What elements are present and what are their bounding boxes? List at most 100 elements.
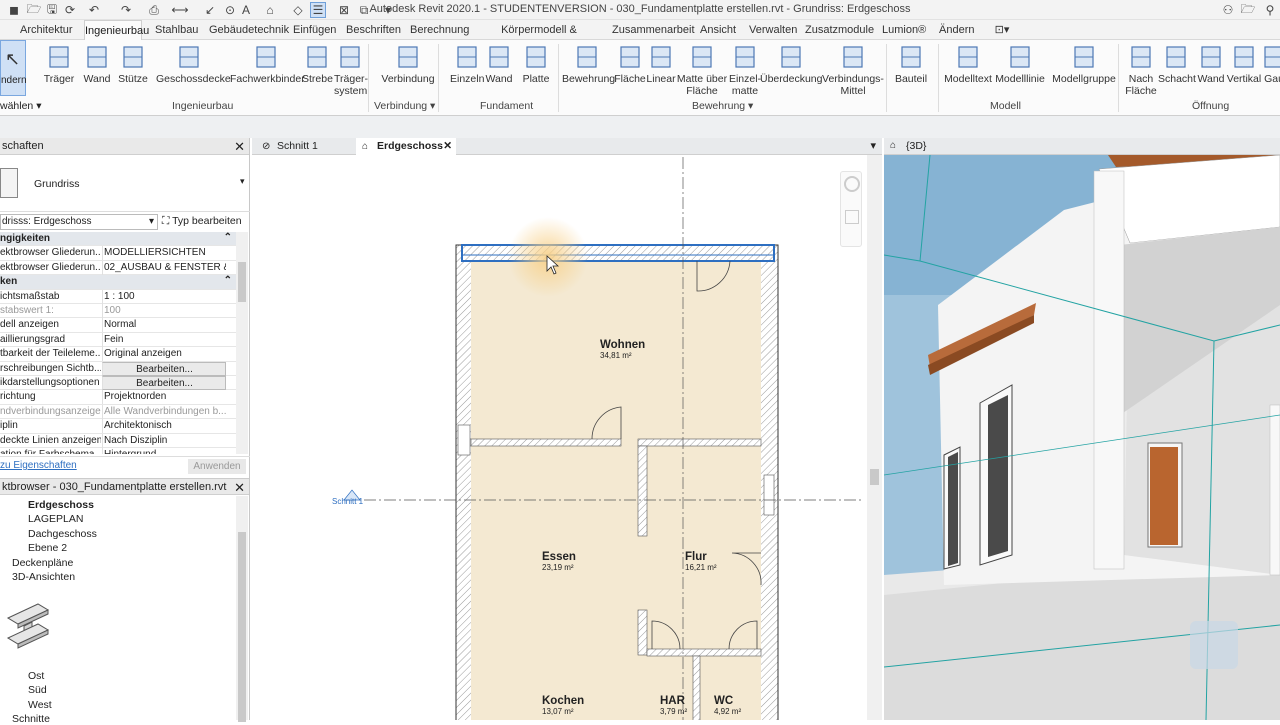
- instance-filter-select[interactable]: drisss: Erdgeschoss ▾: [0, 214, 158, 230]
- fabric-button[interactable]: Einzel- matte: [728, 40, 762, 98]
- shaft-button[interactable]: Schacht: [1158, 40, 1196, 98]
- property-value[interactable]: 1 : 100: [102, 289, 226, 304]
- property-value[interactable]: Projektnorden: [102, 390, 226, 405]
- type-selector[interactable]: Grundriss ▾: [0, 156, 250, 212]
- rebar-button[interactable]: Bewehrung: [562, 40, 615, 98]
- tab-gebäudetechnik[interactable]: Gebäudetechnik: [209, 20, 289, 40]
- select-dropdown[interactable]: wählen ▾: [0, 100, 41, 112]
- zoom-icon[interactable]: [845, 210, 859, 224]
- wall-button[interactable]: Wand: [80, 40, 114, 98]
- edit-type-button[interactable]: ⛶ Typ bearbeiten: [162, 214, 242, 230]
- properties-help-link[interactable]: zu Eigenschaften: [0, 460, 77, 471]
- collapse-icon[interactable]: ⌃: [224, 232, 232, 243]
- tab-verwalten[interactable]: Verwalten: [749, 20, 797, 40]
- tab-lumion-[interactable]: Lumion®: [882, 20, 926, 40]
- property-value[interactable]: MODELLIERSICHTEN: [102, 246, 226, 261]
- apply-button[interactable]: Anwenden: [188, 459, 246, 474]
- room-tag[interactable]: Kochen 13,07 m²: [542, 695, 584, 716]
- tab-architektur[interactable]: Architektur: [20, 20, 73, 40]
- linear-button[interactable]: Linear: [646, 40, 676, 98]
- tab-körpermodell-grundstück[interactable]: Körpermodell & Grundstück: [478, 20, 600, 56]
- edit-button[interactable]: Bearbeiten...: [102, 361, 226, 376]
- isolated-button[interactable]: Einzeln: [450, 40, 484, 98]
- view-tab-ground-floor[interactable]: ⌂ Erdgeschoss ✕: [356, 138, 456, 155]
- model-line-button[interactable]: Modelllinie: [994, 40, 1046, 98]
- view-list-icon[interactable]: ▾: [870, 139, 876, 152]
- slab-button[interactable]: Platte: [520, 40, 552, 98]
- tree-item-lageplan[interactable]: LAGEPLAN: [28, 513, 83, 525]
- component-button[interactable]: Bauteil: [892, 40, 930, 98]
- room-tag[interactable]: HAR 3,79 m²: [660, 695, 687, 716]
- property-value[interactable]: 100: [102, 304, 226, 318]
- edit-button[interactable]: Bearbeiten...: [102, 376, 226, 390]
- beam-system-button[interactable]: Träger- system: [334, 40, 368, 98]
- view-tab-section-1[interactable]: ⊘ Schnitt 1: [256, 138, 356, 155]
- user-icon[interactable]: ⚇: [1220, 2, 1236, 18]
- modify-button[interactable]: ↖ ndern: [0, 40, 27, 96]
- vertical-button[interactable]: Vertikal: [1226, 40, 1262, 98]
- tab-einfügen[interactable]: Einfügen: [293, 20, 336, 40]
- help-icon[interactable]: 🗁: [1240, 2, 1256, 18]
- cover-button[interactable]: Überdeckung: [760, 40, 822, 98]
- tree-item-ost[interactable]: Ost: [28, 670, 44, 682]
- property-group[interactable]: ken ⌃: [0, 275, 236, 290]
- 3d-view[interactable]: [884, 155, 1280, 720]
- coupler-button[interactable]: Verbindungs- Mittel: [822, 40, 884, 98]
- tab-ansicht[interactable]: Ansicht: [700, 20, 736, 40]
- steering-wheel-icon[interactable]: [844, 176, 860, 192]
- wall-foundation-button[interactable]: Wand: [484, 40, 514, 98]
- properties-scrollbar[interactable]: [236, 232, 248, 454]
- property-value[interactable]: Original anzeigen: [102, 347, 226, 362]
- tree-item-deckenpläne[interactable]: Deckenpläne: [12, 557, 73, 569]
- room-tag[interactable]: WC 4,92 m²: [714, 695, 741, 716]
- brace-button[interactable]: Strebe: [302, 40, 333, 98]
- model-group-button[interactable]: Modellgruppe: [1052, 40, 1116, 98]
- tree-item-west[interactable]: West: [28, 699, 52, 711]
- section-marker-label[interactable]: Schnitt 1: [332, 497, 363, 506]
- room-tag[interactable]: Essen 23,19 m²: [542, 551, 576, 572]
- tree-item-schnitte[interactable]: Schnitte: [12, 713, 50, 725]
- close-icon[interactable]: ✕: [234, 479, 245, 496]
- 3d-view-tab[interactable]: ⌂ {3D}: [884, 138, 1280, 155]
- tab-overflow-icon[interactable]: ⊡▾: [990, 20, 1014, 40]
- tree-item-erdgeschoss[interactable]: Erdgeschoss: [28, 499, 94, 511]
- property-group[interactable]: ngigkeiten ⌃: [0, 232, 236, 247]
- tree-item-dachgeschoss[interactable]: Dachgeschoss: [28, 528, 97, 540]
- tree-item-süd[interactable]: Süd: [28, 684, 47, 696]
- floor-plan-view[interactable]: Schnitt 1 Wohnen 34,81 m² Essen 23,19 m² Flu…: [252, 155, 882, 720]
- tree-item-3d-ansichten[interactable]: 3D-Ansichten: [12, 571, 75, 583]
- area-button[interactable]: Fläche: [614, 40, 646, 98]
- plan-vertical-scrollbar[interactable]: [867, 155, 882, 720]
- property-value[interactable]: Fein: [102, 332, 226, 347]
- model-text-button[interactable]: Modelltext: [944, 40, 992, 98]
- tab-ändern[interactable]: Ändern: [939, 20, 974, 40]
- room-tag[interactable]: Wohnen 34,81 m²: [600, 339, 645, 360]
- beam-button[interactable]: Träger: [40, 40, 78, 98]
- floor-button[interactable]: Geschossdecke: [156, 40, 231, 98]
- by-face-button[interactable]: Nach Fläche: [1124, 40, 1158, 98]
- property-value[interactable]: Nach Disziplin: [102, 433, 226, 448]
- property-value[interactable]: 02_AUSBAU & FENSTER & ...: [102, 260, 226, 275]
- app-store-icon[interactable]: ⚲: [1262, 2, 1278, 18]
- collapse-icon[interactable]: ⌃: [224, 275, 232, 286]
- browser-scrollbar[interactable]: [236, 496, 248, 722]
- dormer-button[interactable]: Gau: [1262, 40, 1280, 98]
- property-value[interactable]: Alle Wandverbindungen b...: [102, 404, 226, 419]
- property-value[interactable]: Hintergrund: [102, 448, 226, 454]
- close-icon[interactable]: ✕: [234, 138, 245, 155]
- tab-zusatzmodule[interactable]: Zusatzmodule: [805, 20, 874, 40]
- property-value[interactable]: Architektonisch: [102, 419, 226, 434]
- tab-beschriften[interactable]: Beschriften: [346, 20, 401, 40]
- tab-zusammenarbeit[interactable]: Zusammenarbeit: [612, 20, 695, 40]
- tab-berechnung[interactable]: Berechnung: [410, 20, 469, 40]
- tree-item-ebene-2[interactable]: Ebene 2: [28, 542, 67, 554]
- room-tag[interactable]: Flur 16,21 m²: [685, 551, 717, 572]
- column-button[interactable]: Stütze: [116, 40, 150, 98]
- truss-button[interactable]: Fachwerkbinder: [230, 40, 305, 98]
- connection-button[interactable]: Verbindung: [380, 40, 436, 98]
- path-fabric-button[interactable]: Matte über Fläche: [676, 40, 728, 98]
- wall-opening-button[interactable]: Wand: [1196, 40, 1226, 98]
- tab-stahlbau[interactable]: Stahlbau: [155, 20, 198, 40]
- tab-ingenieurbau[interactable]: Ingenieurbau: [84, 20, 149, 40]
- close-icon[interactable]: ✕: [443, 138, 452, 155]
